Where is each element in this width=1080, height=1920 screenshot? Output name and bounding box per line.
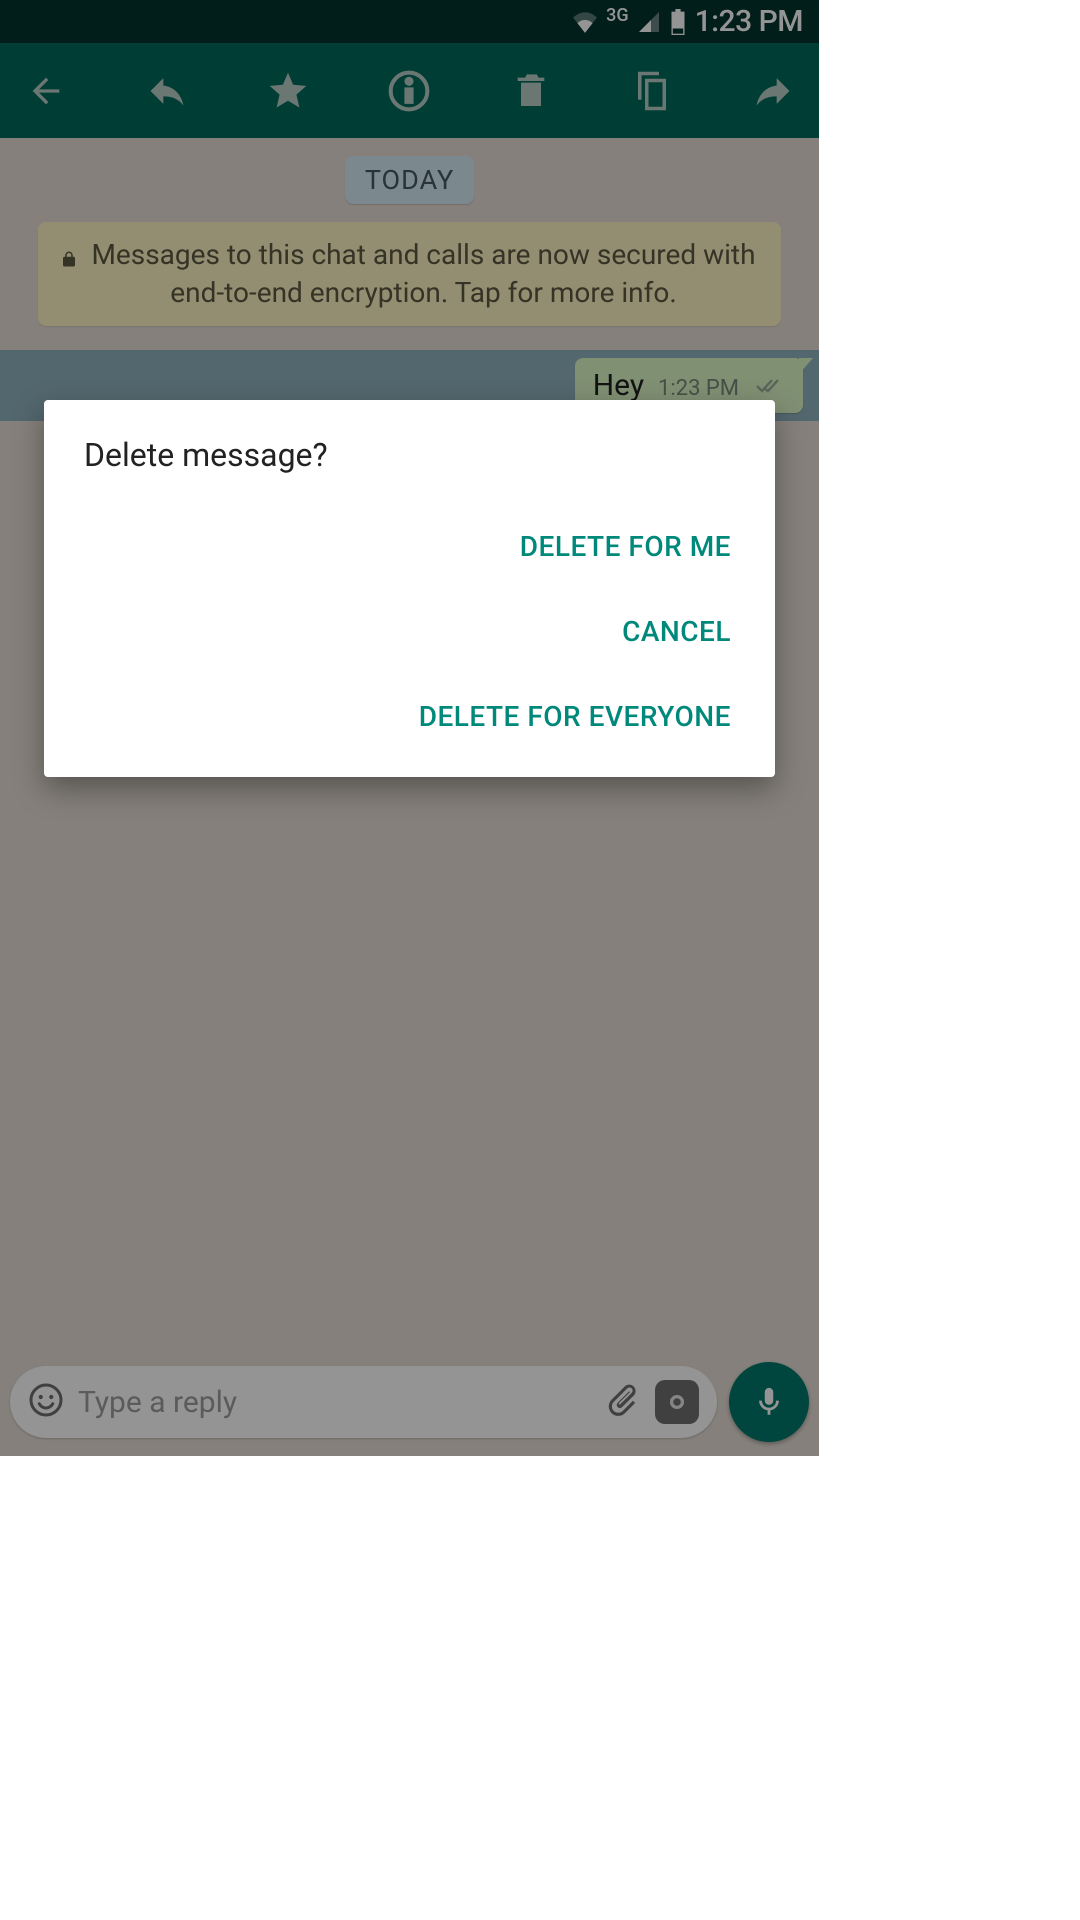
delete-for-everyone-button[interactable]: DELETE FOR EVERYONE — [415, 674, 735, 759]
dialog-title: Delete message? — [84, 436, 735, 474]
screen: 3G 1:23 PM TODAY — [0, 0, 819, 1456]
cancel-button[interactable]: CANCEL — [618, 589, 735, 674]
delete-dialog: Delete message? DELETE FOR ME CANCEL DEL… — [44, 400, 775, 777]
dialog-actions: DELETE FOR ME CANCEL DELETE FOR EVERYONE — [84, 504, 735, 759]
delete-for-me-button[interactable]: DELETE FOR ME — [516, 504, 735, 589]
